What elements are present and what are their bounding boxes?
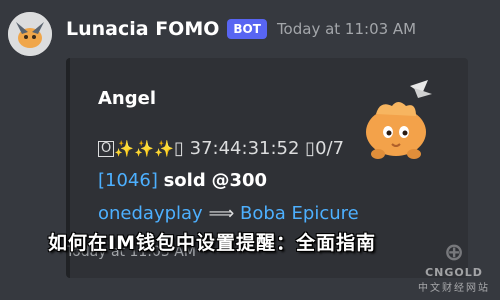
watermark-logo-icon: ⊕ (443, 238, 465, 266)
stats-prefix: ▯ (174, 138, 184, 159)
sparkle-icon: ✨✨✨ (114, 139, 174, 158)
box-glyph: O (98, 141, 115, 157)
sale-action: sold (163, 170, 206, 191)
embed-sale-line: [1046] sold @300 (98, 170, 267, 192)
seller-link[interactable]: onedayplay (98, 203, 203, 224)
axie-thumbnail-icon[interactable] (358, 76, 440, 168)
embed-title: Angel (98, 88, 157, 109)
author-name[interactable]: Lunacia FOMO (66, 18, 219, 40)
watermark-url: CNGOLD (425, 266, 483, 279)
watermark: ⊕ CNGOLD 中文财经网站 (418, 238, 490, 294)
avatar[interactable] (8, 12, 52, 56)
sale-id: [1046] (98, 170, 158, 191)
embed-transfer-line: onedayplay ⟹ Boba Epicure (98, 203, 359, 225)
arrow-icon: ⟹ (208, 203, 235, 224)
stats-text: 37:44:31:52 ▯0/7 (189, 138, 345, 159)
buyer-link[interactable]: Boba Epicure (240, 203, 359, 224)
sale-price: @300 (211, 170, 268, 191)
message-timestamp: Today at 11:03 AM (276, 20, 417, 38)
message-header: Lunacia FOMO BOT Today at 11:03 AM (66, 14, 416, 44)
axie-avatar-icon (8, 12, 52, 56)
embed-stats-line: O ✨✨✨▯ 37:44:31:52 ▯0/7 (98, 138, 344, 160)
watermark-cn: 中文财经网站 (418, 283, 490, 294)
bot-badge: BOT (227, 19, 267, 39)
